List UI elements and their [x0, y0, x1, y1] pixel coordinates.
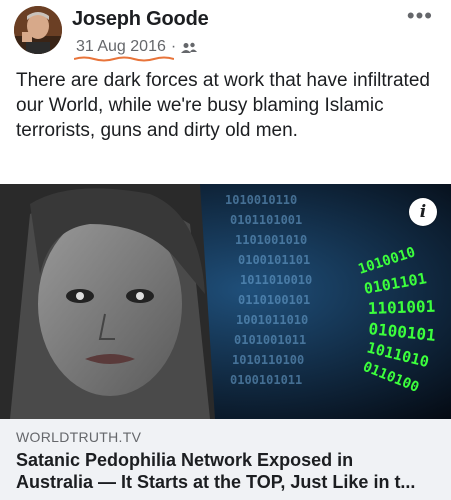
svg-text:1101001010: 1101001010 [235, 233, 307, 247]
meta-separator: · [170, 38, 177, 55]
link-preview-card[interactable]: 1010010110 0101101001 1101001010 0100101… [0, 184, 451, 500]
svg-text:0100101011: 0100101011 [230, 373, 302, 387]
svg-text:1101001: 1101001 [367, 297, 435, 318]
date-underline-mark [74, 56, 174, 62]
svg-text:0101101001: 0101101001 [230, 213, 302, 227]
post-text: There are dark forces at work that have … [16, 70, 430, 141]
link-title-line-2: Australia — It Starts at the TOP, Just L… [16, 472, 416, 492]
more-options-icon[interactable]: ••• [407, 5, 433, 27]
svg-text:1001011010: 1001011010 [236, 313, 308, 327]
link-title[interactable]: Satanic Pedophilia Network Exposed in Au… [16, 449, 435, 493]
post-meta: 31 Aug 2016 · [74, 38, 198, 62]
post-date-text: 31 Aug 2016 [76, 38, 166, 55]
link-meta[interactable]: WORLDTRUTH.TV Satanic Pedophilia Network… [0, 419, 451, 500]
link-preview-image[interactable]: 1010010110 0101101001 1101001010 0100101… [0, 184, 451, 419]
svg-text:1010010110: 1010010110 [225, 193, 297, 207]
svg-text:0110100101: 0110100101 [238, 293, 310, 307]
link-title-line-1: Satanic Pedophilia Network Exposed in [16, 450, 354, 470]
svg-text:1010110100: 1010110100 [232, 353, 304, 367]
link-domain: WORLDTRUTH.TV [16, 429, 142, 445]
svg-text:1011010010: 1011010010 [240, 273, 312, 287]
svg-text:0101001011: 0101001011 [234, 333, 306, 347]
avatar[interactable] [14, 6, 62, 54]
svg-text:0100101101: 0100101101 [238, 253, 310, 267]
author-name[interactable]: Joseph Goode [72, 8, 209, 31]
post-date[interactable]: 31 Aug 2016 [74, 38, 174, 62]
post-header: Joseph Goode 31 Aug 2016 · ••• [14, 4, 441, 62]
info-icon[interactable]: i [409, 198, 437, 226]
friends-icon [181, 41, 198, 53]
